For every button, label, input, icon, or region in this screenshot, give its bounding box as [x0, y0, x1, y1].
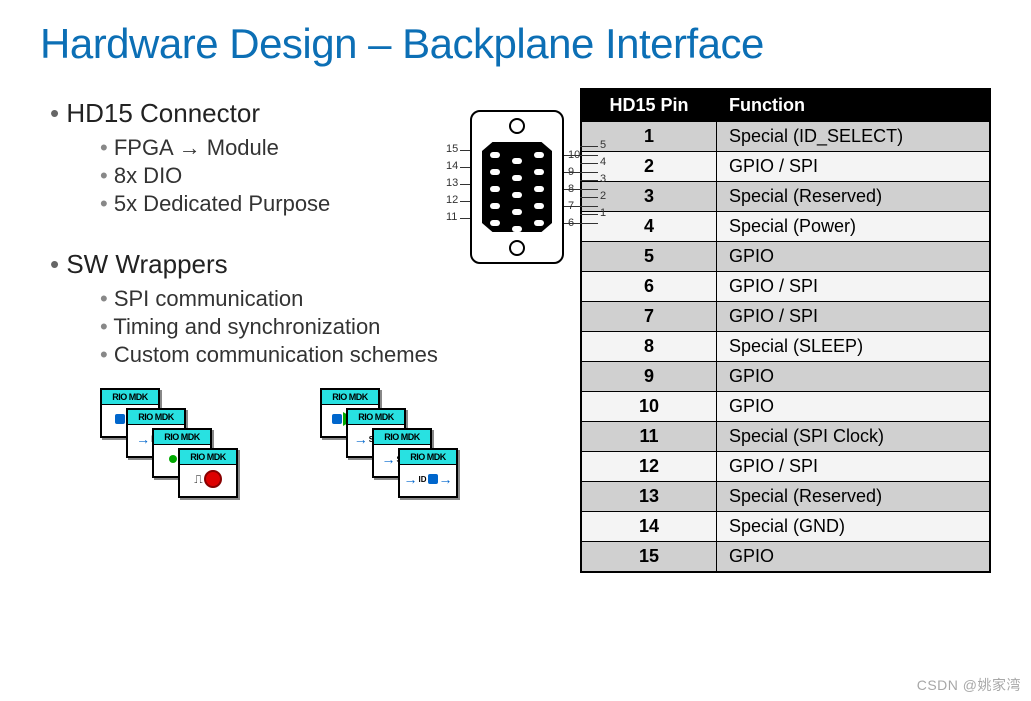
- table-row: 12GPIO / SPI: [581, 452, 990, 482]
- sw-item-1: SPI communication: [100, 286, 560, 312]
- table-row: 3Special (Reserved): [581, 182, 990, 212]
- vi-stack-ee: RIO MDK∿EE RIO MDK→EE✎ RIO MDK↖⎍ RIO MDK…: [100, 388, 260, 488]
- table-row: 4Special (Power): [581, 212, 990, 242]
- slide-title: Hardware Design – Backplane Interface: [40, 20, 991, 68]
- table-row: 15GPIO: [581, 542, 990, 573]
- hd15-pin-table: HD15 Pin Function 1Special (ID_SELECT)2G…: [580, 88, 991, 573]
- vi-icon-group: RIO MDK∿EE RIO MDK→EE✎ RIO MDK↖⎍ RIO MDK…: [40, 388, 560, 488]
- table-row: 11Special (SPI Clock): [581, 422, 990, 452]
- table-row: 2GPIO / SPI: [581, 152, 990, 182]
- vi-stack-spi: RIO MDKSPI RIO MDK→SPI1010 RIO MDK→SPI R…: [320, 388, 480, 488]
- table-row: 13Special (Reserved): [581, 482, 990, 512]
- table-row: 14Special (GND): [581, 512, 990, 542]
- table-row: 6GPIO / SPI: [581, 272, 990, 302]
- sw-item-2: Timing and synchronization: [100, 314, 560, 340]
- sw-item-3: Custom communication schemes: [100, 342, 560, 368]
- watermark: CSDN @姚家湾: [917, 675, 1021, 695]
- table-row: 7GPIO / SPI: [581, 302, 990, 332]
- table-row: 9GPIO: [581, 362, 990, 392]
- table-row: 1Special (ID_SELECT): [581, 122, 990, 152]
- table-row: 5GPIO: [581, 242, 990, 272]
- table-row: 8Special (SLEEP): [581, 332, 990, 362]
- hd15-connector-diagram: 15 14 13 12 11 10 9 8 7 6 5 4 3 2 1: [400, 100, 620, 270]
- table-row: 10GPIO: [581, 392, 990, 422]
- pin-table-header-func: Function: [717, 89, 991, 122]
